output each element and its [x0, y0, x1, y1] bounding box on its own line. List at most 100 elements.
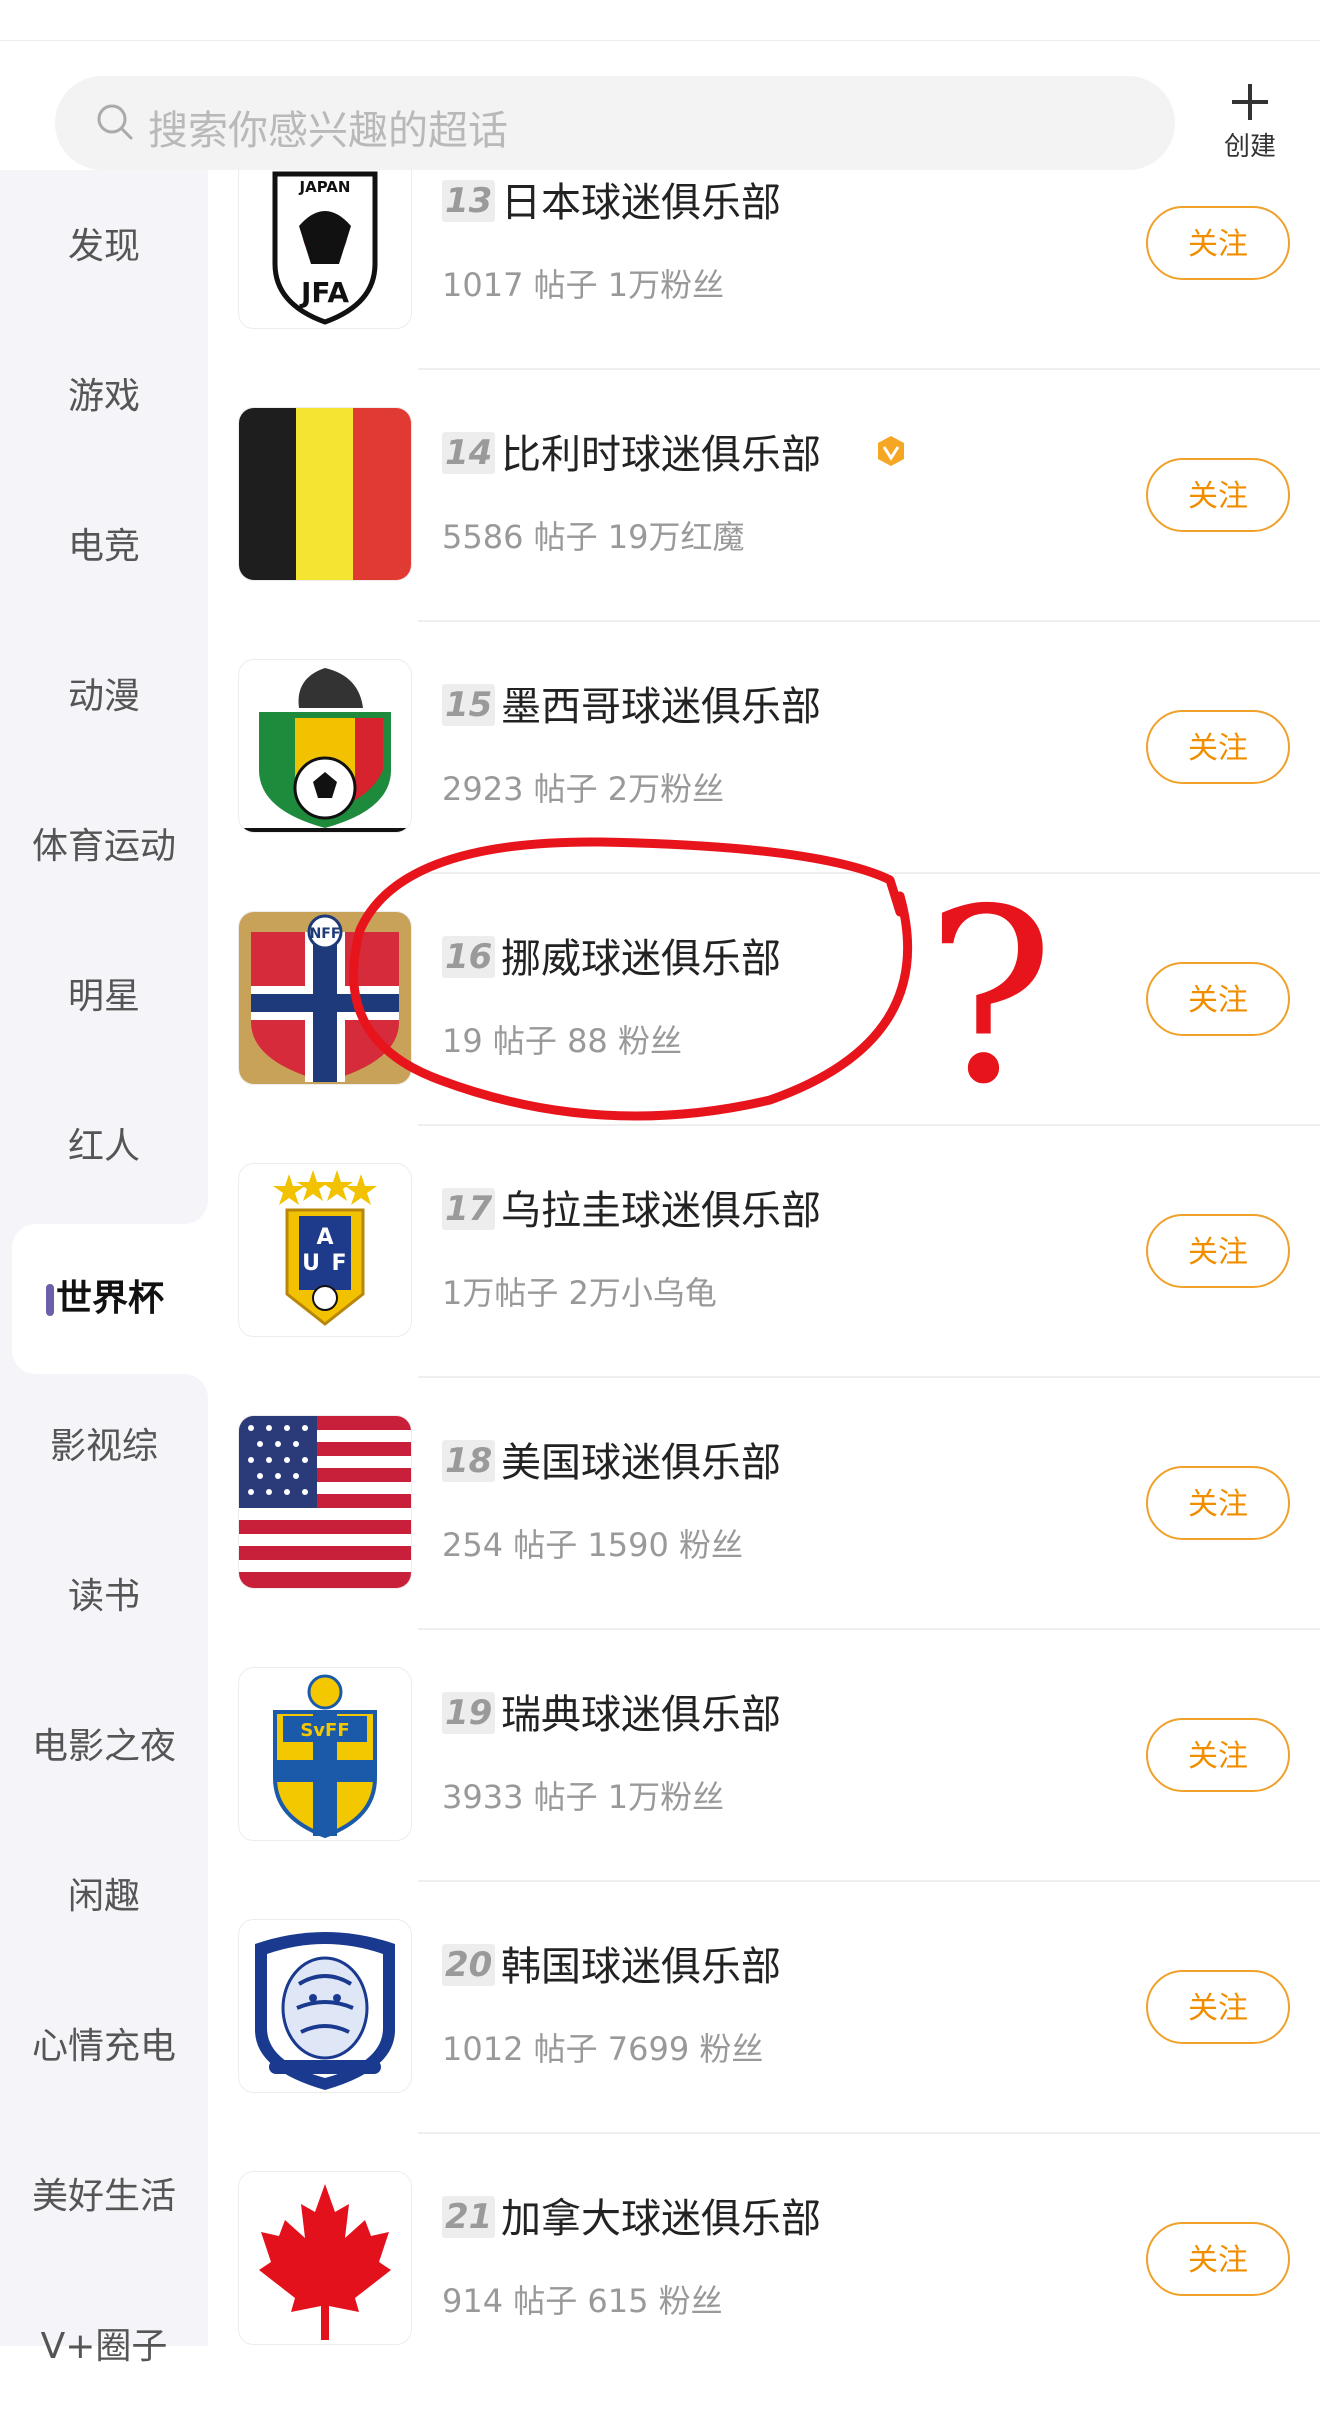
sidebar-item-label: 发现 — [67, 226, 140, 267]
rank-badge: 15 — [442, 684, 496, 726]
topic-title: 加拿大球迷俱乐部 — [501, 2196, 821, 2242]
sidebar-item-discover[interactable]: 发现 — [0, 172, 208, 322]
sidebar-item-reading[interactable]: 读书 — [0, 1522, 208, 1672]
rank-badge: 21 — [442, 2196, 496, 2238]
sidebar-item-label: 电影之夜 — [31, 1726, 176, 1767]
topic-list: JAPAN JFA 13 日本球迷俱乐部 1017 帖子 1万粉丝 关注 14 … — [208, 170, 1320, 2346]
norway-nff-crest: NFF — [238, 911, 412, 1085]
rank-badge: 13 — [442, 180, 496, 222]
category-sidebar: 发现 游戏 电竞 动漫 体育运动 明星 红人 世界杯 影视综 读书 电影之夜 闲… — [0, 170, 208, 2367]
sidebar-item-label: 红人 — [67, 1126, 140, 1167]
sidebar-item-influencers[interactable]: 红人 — [0, 1072, 208, 1222]
sidebar-item-movie-night[interactable]: 电影之夜 — [0, 1672, 208, 1822]
list-item[interactable]: 20 韩国球迷俱乐部 1012 帖子 7699 粉丝 关注 — [208, 1882, 1320, 2134]
topic-title: 比利时球迷俱乐部 — [501, 432, 821, 478]
rank-badge: 18 — [442, 1440, 496, 1482]
sidebar-item-label: 世界杯 — [55, 1278, 164, 1319]
svg-text:F: F — [331, 1251, 346, 1276]
sidebar-item-world-cup[interactable]: 世界杯 — [12, 1224, 208, 1374]
sidebar-item-label: 美好生活 — [31, 2176, 176, 2217]
plus-icon — [1232, 84, 1268, 120]
sidebar-item-mood[interactable]: 心情充电 — [0, 1972, 208, 2122]
svg-text:JFA: JFA — [299, 276, 349, 309]
follow-button[interactable]: 关注 — [1146, 1718, 1290, 1792]
search-input[interactable]: 搜索你感兴趣的超话 — [55, 76, 1175, 170]
sidebar-item-label: 游戏 — [67, 376, 140, 417]
topic-stats: 254 帖子 1590 粉丝 — [442, 1526, 744, 1564]
topic-stats: 5586 帖子 19万红魔 — [442, 518, 745, 556]
sidebar-item-sports[interactable]: 体育运动 — [0, 772, 208, 922]
topic-title: 瑞典球迷俱乐部 — [501, 1692, 781, 1738]
rank-badge: 14 — [442, 432, 496, 474]
topic-title: 挪威球迷俱乐部 — [501, 936, 781, 982]
follow-button[interactable]: 关注 — [1146, 710, 1290, 784]
topic-stats: 3933 帖子 1万粉丝 — [442, 1778, 725, 1816]
belgium-flag — [238, 407, 412, 581]
topic-title: 韩国球迷俱乐部 — [501, 1944, 781, 1990]
list-item[interactable]: 21 加拿大球迷俱乐部 914 帖子 615 粉丝 关注 — [208, 2134, 1320, 2346]
list-item[interactable]: A U F 17 乌拉圭球迷俱乐部 1万帖子 2万小乌龟 关注 — [208, 1126, 1320, 1378]
follow-button[interactable]: 关注 — [1146, 1466, 1290, 1540]
usa-flag — [238, 1415, 412, 1589]
status-bar-edge — [0, 0, 1320, 41]
sidebar-item-label: 影视综 — [49, 1426, 158, 1467]
sidebar-item-label: 读书 — [67, 1576, 140, 1617]
list-item[interactable]: SvFF 19 瑞典球迷俱乐部 3933 帖子 1万粉丝 关注 — [208, 1630, 1320, 1882]
topic-title: 日本球迷俱乐部 — [501, 180, 781, 226]
korea-kfa-crest — [238, 1919, 412, 2093]
sidebar-item-stars[interactable]: 明星 — [0, 922, 208, 1072]
svg-text:JAPAN: JAPAN — [299, 178, 351, 196]
sidebar-item-v-circle[interactable]: V+圈子 — [0, 2272, 208, 2422]
svg-text:NFF: NFF — [310, 926, 341, 942]
canada-maple-leaf — [238, 2171, 412, 2345]
search-placeholder: 搜索你感兴趣的超话 — [148, 108, 508, 154]
topic-title: 墨西哥球迷俱乐部 — [501, 684, 821, 730]
sidebar-item-label: 闲趣 — [67, 1876, 140, 1917]
rank-badge: 17 — [442, 1188, 496, 1230]
topic-stats: 1017 帖子 1万粉丝 — [442, 266, 725, 304]
list-item[interactable]: 15 墨西哥球迷俱乐部 2923 帖子 2万粉丝 关注 — [208, 622, 1320, 874]
svg-text:A: A — [316, 1225, 333, 1250]
sidebar-item-label: 动漫 — [67, 676, 140, 717]
create-button[interactable]: 创建 — [1205, 80, 1295, 170]
follow-button[interactable]: 关注 — [1146, 458, 1290, 532]
follow-button[interactable]: 关注 — [1146, 1970, 1290, 2044]
sidebar-item-label: 心情充电 — [31, 2026, 176, 2067]
create-label: 创建 — [1223, 132, 1276, 162]
sidebar-item-film-tv[interactable]: 影视综 — [0, 1372, 208, 1522]
list-item[interactable]: NFF 16 挪威球迷俱乐部 19 帖子 88 粉丝 关注 — [208, 874, 1320, 1126]
list-item[interactable]: 18 美国球迷俱乐部 254 帖子 1590 粉丝 关注 — [208, 1378, 1320, 1630]
topic-title: 美国球迷俱乐部 — [501, 1440, 781, 1486]
svg-text:SvFF: SvFF — [300, 1720, 349, 1741]
sidebar-item-esports[interactable]: 电竞 — [0, 472, 208, 622]
sidebar-item-leisure[interactable]: 闲趣 — [0, 1822, 208, 1972]
follow-button[interactable]: 关注 — [1146, 2222, 1290, 2296]
rank-badge: 20 — [442, 1944, 496, 1986]
sidebar-item-games[interactable]: 游戏 — [0, 322, 208, 472]
topic-stats: 19 帖子 88 粉丝 — [442, 1022, 682, 1060]
follow-button[interactable]: 关注 — [1146, 1214, 1290, 1288]
follow-button[interactable]: 关注 — [1146, 206, 1290, 280]
active-indicator — [46, 1284, 54, 1316]
topic-stats: 1012 帖子 7699 粉丝 — [442, 2030, 764, 2068]
sidebar-item-label: 电竞 — [67, 526, 140, 567]
japan-jfa-crest: JAPAN JFA — [238, 170, 412, 329]
verified-icon — [878, 436, 904, 466]
list-item[interactable]: JAPAN JFA 13 日本球迷俱乐部 1017 帖子 1万粉丝 关注 — [208, 170, 1320, 370]
list-item[interactable]: 14 比利时球迷俱乐部 5586 帖子 19万红魔 关注 — [208, 370, 1320, 622]
topic-stats: 2923 帖子 2万粉丝 — [442, 770, 725, 808]
topic-stats: 914 帖子 615 粉丝 — [442, 2282, 723, 2320]
rank-badge: 19 — [442, 1692, 496, 1734]
svg-text:U: U — [302, 1251, 320, 1276]
sidebar-item-label: 明星 — [67, 976, 140, 1017]
rank-badge: 16 — [442, 936, 496, 978]
follow-button[interactable]: 关注 — [1146, 962, 1290, 1036]
topic-title: 乌拉圭球迷俱乐部 — [501, 1188, 821, 1234]
mexico-fmf-crest — [238, 659, 412, 833]
sidebar-item-good-life[interactable]: 美好生活 — [0, 2122, 208, 2272]
search-icon — [97, 104, 133, 140]
sweden-svff-crest: SvFF — [238, 1667, 412, 1841]
sidebar-item-anime[interactable]: 动漫 — [0, 622, 208, 772]
topic-stats: 1万帖子 2万小乌龟 — [442, 1274, 717, 1312]
sidebar-item-label: 体育运动 — [31, 826, 176, 867]
